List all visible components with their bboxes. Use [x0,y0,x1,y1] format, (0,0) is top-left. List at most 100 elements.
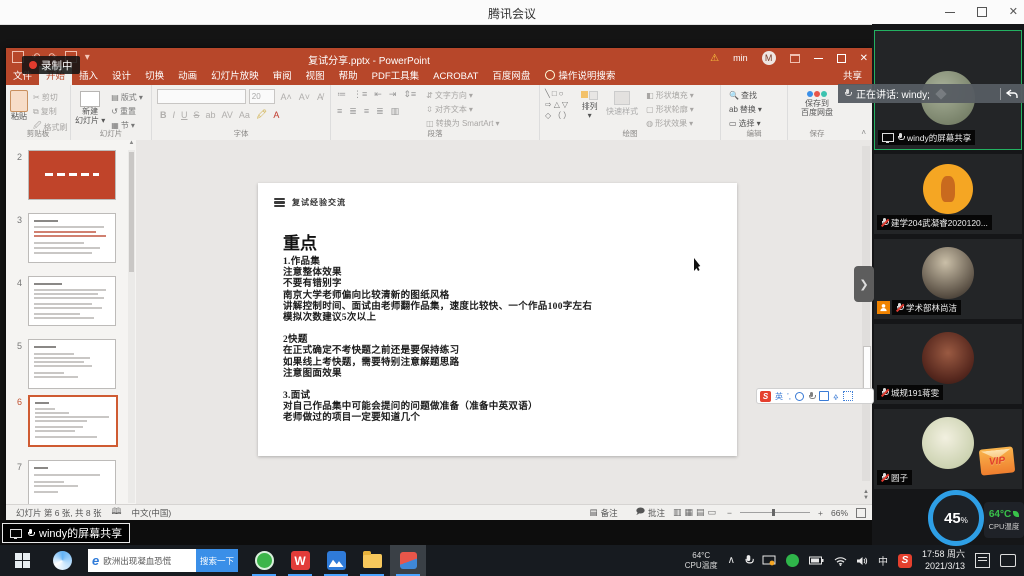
taskbar-search-box[interactable]: e 欧洲出现凝血恐慌 搜索一下 [88,549,238,572]
voice-input-icon[interactable] [808,392,815,401]
video-tile-linshangjie[interactable]: 学术部林尚洁 [874,239,1022,319]
sidebar-collapse-handle[interactable]: ❯ [854,266,874,302]
fit-slide-button[interactable] [856,508,866,518]
tab-animations[interactable]: 动画 [171,66,204,85]
thumbnail-slide-6-selected[interactable] [28,395,118,447]
view-buttons[interactable]: ▥▦▤▭ [673,507,719,518]
taskbar-app-meeting[interactable] [318,545,354,576]
cpu-usage-gauge[interactable]: 45 % [928,490,984,546]
bullets-button[interactable]: ≔ [337,89,346,100]
emoji-icon[interactable] [795,392,804,401]
copy-button[interactable]: ⧉ 复制 [33,106,68,117]
spellcheck-icon[interactable]: 🕮 [112,506,122,520]
thumbnail-slide-4[interactable] [28,276,116,326]
tray-notes-icon[interactable] [975,553,990,568]
shape-gallery[interactable]: ╲□○⇨△▽◇（） [545,88,573,129]
notes-toggle[interactable]: ▤ 备注 [590,507,618,519]
reset-button[interactable]: ↺ 重置 [111,106,143,117]
tab-design[interactable]: 设计 [105,66,138,85]
justify-button[interactable]: ≣ [376,106,384,117]
text-direction-button[interactable]: ⇵ 文字方向 ▾ [426,90,499,101]
language-indicator[interactable]: 中文(中国) [132,507,172,519]
zoom-percent[interactable]: 66% [831,508,848,518]
meeting-close-button[interactable]: ✕ [1009,7,1018,18]
char-spacing-button[interactable]: AV [222,110,233,120]
comments-toggle[interactable]: 🗩 批注 [636,506,665,520]
tray-display-icon[interactable] [762,555,776,566]
bold-button[interactable]: B [160,110,167,120]
thumbnail-slide-2[interactable] [28,150,116,200]
find-button[interactable]: 🔍 查找 [729,90,779,101]
taskbar-app-explorer[interactable] [354,545,390,576]
ppt-close-button[interactable]: ✕ [860,53,868,64]
tray-clock[interactable]: 17:58 周六 2021/3/13 [922,549,965,572]
tab-help[interactable]: 帮助 [332,66,365,85]
strikethrough-button[interactable]: S [194,110,200,120]
zoom-out-button[interactable]: − [727,508,732,518]
slide-canvas[interactable]: 复试经验交流 重点 1.作品集 注意整体效果 不要有错别字 南京大学老师偏向比较… [258,183,737,456]
numbering-button[interactable]: ⋮≡ [353,89,367,100]
line-spacing-button[interactable]: ⇕≡ [403,89,416,100]
reply-arrow-icon[interactable] [1006,89,1018,99]
meeting-maximize-button[interactable] [977,7,987,17]
increase-indent-button[interactable]: ⇥ [389,89,397,100]
align-right-button[interactable]: ≡ [364,106,369,117]
align-text-button[interactable]: ⇳ 对齐文本 ▾ [426,104,499,115]
font-color-button[interactable]: A [273,110,279,120]
tray-ime-indicator[interactable]: 中 [878,553,888,568]
shape-outline-button[interactable]: ▢ 形状轮廓 ▾ [646,104,694,115]
align-left-button[interactable]: ≡ [337,106,342,117]
tray-volume-icon[interactable] [857,556,868,566]
layout-button[interactable]: ▤ 版式 ▾ [111,92,143,103]
taskbar-app-360safe[interactable] [246,545,282,576]
tab-slideshow[interactable]: 幻灯片放映 [204,66,266,85]
tab-view[interactable]: 视图 [299,66,332,85]
cut-button[interactable]: ✂ 剪切 [33,92,68,103]
collapse-ribbon-icon[interactable]: ˄ [861,128,866,137]
cpu-temp-widget[interactable]: 64°C CPU温度 [984,502,1024,538]
tray-expand-icon[interactable]: ∧ [728,555,735,566]
search-go-button[interactable]: 搜索一下 [196,549,238,572]
highlight-button[interactable]: 🖍 [256,109,267,120]
ime-mode-toggle[interactable]: 英 [775,391,783,402]
thumbnail-slide-7[interactable] [28,460,116,510]
decrease-font-icon[interactable]: A˅ [297,92,312,102]
ribbon-display-options-icon[interactable] [790,54,800,63]
share-button[interactable]: 共享 [833,66,872,85]
tray-battery-icon[interactable] [809,556,824,565]
thumbnail-slide-3[interactable] [28,213,116,263]
ppt-minimize-button[interactable] [814,58,823,59]
sogou-logo-icon[interactable]: S [760,391,771,402]
shadow-button[interactable]: ab [206,110,216,120]
zoom-slider-knob[interactable] [772,509,775,516]
tab-transitions[interactable]: 切换 [138,66,171,85]
warning-icon[interactable]: ⚠ [710,53,719,64]
punctuation-icon[interactable]: ’, [787,392,791,401]
tray-wifi-icon[interactable] [834,556,847,566]
tab-acrobat[interactable]: ACROBAT [426,69,485,85]
notification-center-icon[interactable] [1000,554,1016,567]
tray-antivirus-icon[interactable] [786,554,799,567]
zoom-slider[interactable] [740,512,810,513]
panel-scroll-thumb[interactable] [129,152,134,272]
decrease-indent-button[interactable]: ⇤ [374,89,382,100]
thumbnail-slide-5[interactable] [28,339,116,389]
new-slide-button[interactable]: 新建 幻灯片 ▾ [75,87,105,131]
arrange-button[interactable]: 排列 ▾ [581,88,598,129]
sogou-ime-toolbar[interactable]: S 英 ’, 🜍 [756,388,874,404]
font-name-combo[interactable] [157,89,246,104]
tell-me-search[interactable]: 操作说明搜索 [537,66,623,85]
start-button[interactable] [0,545,44,576]
underline-button[interactable]: U [181,110,188,120]
align-center-button[interactable]: ≣ [349,106,357,117]
video-tile-jianxue204[interactable]: 建学204武凝睿2020120... [874,154,1022,234]
soft-keyboard-icon[interactable] [819,391,829,401]
vip-badge[interactable]: VIP [979,446,1016,475]
toolbox-grid-icon[interactable] [843,391,853,401]
change-case-button[interactable]: Aa [239,110,250,120]
tray-mic-icon[interactable] [744,555,752,566]
tray-sogou-icon[interactable]: S [898,554,912,568]
quick-styles-button[interactable]: 快速样式 [606,88,638,129]
replace-button[interactable]: ab 替换 ▾ [729,104,779,115]
italic-button[interactable]: I [173,110,176,120]
